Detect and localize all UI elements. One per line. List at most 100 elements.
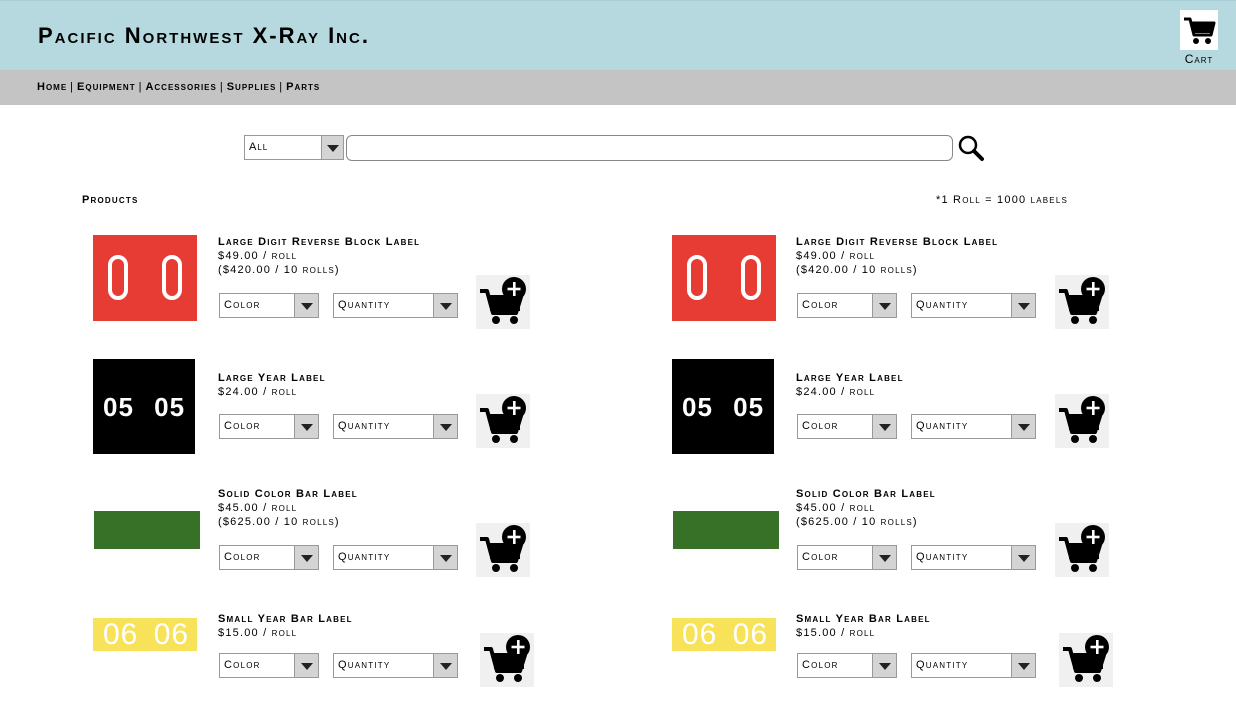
nav-separator: | (219, 81, 224, 93)
product-name[interactable]: Large Year Label (796, 372, 904, 384)
product-bulk-price: ($420.00 / 10 rolls) (796, 264, 918, 276)
triangle-down-icon[interactable] (433, 546, 457, 569)
color-select[interactable]: Color (797, 545, 897, 570)
triangle-down-icon[interactable] (294, 546, 318, 569)
color-select[interactable]: Color (219, 545, 319, 570)
triangle-down-icon[interactable] (1011, 654, 1035, 677)
color-select[interactable]: Color (219, 414, 319, 439)
color-select-value: Color (802, 659, 839, 671)
product-thumbnail[interactable] (672, 235, 776, 321)
product-thumbnail[interactable] (94, 511, 200, 549)
product-name[interactable]: Large Digit Reverse Block Label (796, 236, 998, 248)
product-price: $45.00 / roll (218, 502, 298, 514)
triangle-down-icon[interactable] (872, 294, 896, 317)
color-select-value: Color (802, 299, 839, 311)
digit-zero (687, 255, 707, 300)
quantity-select[interactable]: Quantity (911, 545, 1036, 570)
quantity-select-value: Quantity (338, 420, 391, 432)
quantity-select-value: Quantity (916, 659, 969, 671)
color-select[interactable]: Color (219, 293, 319, 318)
label-sample-text: 05 05 (682, 392, 765, 422)
add-to-cart-icon[interactable] (476, 394, 530, 448)
product-thumbnail[interactable]: 05 05 (93, 359, 195, 454)
add-to-cart-icon[interactable] (1055, 394, 1109, 448)
product-thumbnail[interactable] (93, 235, 197, 321)
product-thumbnail[interactable]: 06 06 (93, 618, 197, 651)
add-to-cart-icon[interactable] (480, 633, 534, 687)
triangle-down-icon[interactable] (294, 654, 318, 677)
color-select[interactable]: Color (797, 414, 897, 439)
product-price: $15.00 / roll (218, 627, 298, 639)
add-to-cart-icon[interactable] (1059, 633, 1113, 687)
product-name[interactable]: Large Digit Reverse Block Label (218, 236, 420, 248)
products-heading: Products (82, 194, 139, 206)
nav-separator: | (138, 81, 143, 93)
quantity-select[interactable]: Quantity (911, 293, 1036, 318)
color-select-value: Color (224, 551, 261, 563)
label-sample-text: 06 06 (103, 618, 190, 651)
add-to-cart-icon[interactable] (476, 275, 530, 329)
cart-icon[interactable] (1180, 10, 1218, 50)
product-thumbnail[interactable]: 06 06 (672, 618, 776, 651)
triangle-down-icon[interactable] (321, 136, 343, 159)
triangle-down-icon[interactable] (433, 294, 457, 317)
product-price: $15.00 / roll (796, 627, 876, 639)
quantity-select-value: Quantity (916, 551, 969, 563)
product-price: $49.00 / roll (796, 250, 876, 262)
quantity-select-value: Quantity (916, 299, 969, 311)
magnifier-icon[interactable] (956, 134, 986, 162)
triangle-down-icon[interactable] (294, 415, 318, 438)
color-select-value: Color (224, 299, 261, 311)
triangle-down-icon[interactable] (433, 415, 457, 438)
product-name[interactable]: Small Year Bar Label (796, 613, 931, 625)
nav-parts[interactable]: Parts (286, 81, 320, 93)
product-name[interactable]: Small Year Bar Label (218, 613, 353, 625)
quantity-select[interactable]: Quantity (333, 414, 458, 439)
triangle-down-icon[interactable] (872, 415, 896, 438)
quantity-select[interactable]: Quantity (333, 293, 458, 318)
product-bulk-price: ($420.00 / 10 rolls) (218, 264, 340, 276)
product-name[interactable]: Large Year Label (218, 372, 326, 384)
site-header: Pacific Northwest X-Ray Inc. Cart (0, 0, 1236, 70)
color-select-value: Color (802, 420, 839, 432)
quantity-select[interactable]: Quantity (333, 545, 458, 570)
add-to-cart-icon[interactable] (1055, 275, 1109, 329)
nav-equipment[interactable]: Equipment (77, 81, 136, 93)
quantity-select[interactable]: Quantity (911, 653, 1036, 678)
color-select[interactable]: Color (219, 653, 319, 678)
product-thumbnail[interactable] (673, 511, 779, 549)
category-select[interactable]: All (244, 135, 344, 160)
product-name[interactable]: Solid Color Bar Label (218, 488, 358, 500)
quantity-select-value: Quantity (338, 551, 391, 563)
triangle-down-icon[interactable] (433, 654, 457, 677)
triangle-down-icon[interactable] (1011, 415, 1035, 438)
triangle-down-icon[interactable] (872, 654, 896, 677)
triangle-down-icon[interactable] (294, 294, 318, 317)
digit-zero (108, 255, 128, 300)
product-price: $49.00 / roll (218, 250, 298, 262)
label-sample-text: 06 06 (682, 618, 769, 651)
digit-zero (741, 255, 761, 300)
triangle-down-icon[interactable] (872, 546, 896, 569)
nav-supplies[interactable]: Supplies (227, 81, 277, 93)
triangle-down-icon[interactable] (1011, 546, 1035, 569)
product-name[interactable]: Solid Color Bar Label (796, 488, 936, 500)
triangle-down-icon[interactable] (1011, 294, 1035, 317)
color-select[interactable]: Color (797, 293, 897, 318)
cart-label[interactable]: Cart (1176, 52, 1222, 66)
search-input[interactable] (346, 135, 953, 161)
product-thumbnail[interactable]: 05 05 (672, 359, 774, 454)
site-title[interactable]: Pacific Northwest X-Ray Inc. (38, 23, 370, 49)
product-bulk-price: ($625.00 / 10 rolls) (218, 516, 340, 528)
nav-separator: | (279, 81, 284, 93)
product-price: $24.00 / roll (796, 386, 876, 398)
quantity-select[interactable]: Quantity (333, 653, 458, 678)
add-to-cart-icon[interactable] (476, 523, 530, 577)
quantity-select[interactable]: Quantity (911, 414, 1036, 439)
nav-home[interactable]: Home (37, 81, 67, 93)
color-select[interactable]: Color (797, 653, 897, 678)
cart-link[interactable]: Cart (1176, 10, 1222, 66)
color-select-value: Color (802, 551, 839, 563)
add-to-cart-icon[interactable] (1055, 523, 1109, 577)
nav-accessories[interactable]: Accessories (145, 81, 216, 93)
